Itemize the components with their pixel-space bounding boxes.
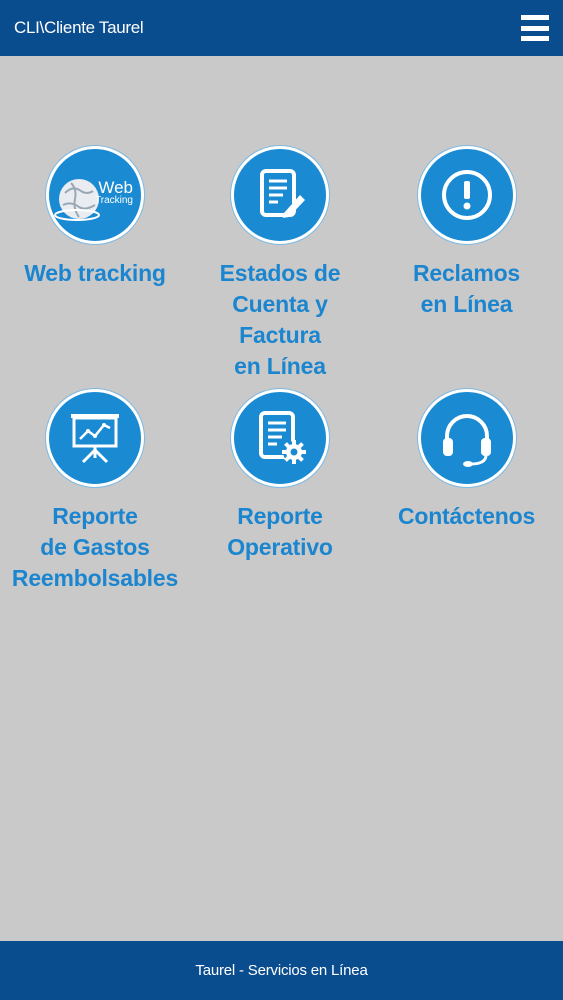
hamburger-menu-icon[interactable] [521, 15, 549, 41]
headset-icon [417, 389, 516, 487]
reporte-operativo-label: Reporte Operativo [227, 503, 333, 560]
reporte-gastos-label: Reporte de Gastos Reembolsables [11, 503, 179, 591]
reclamos-tile[interactable]: Reclamos en Línea [370, 146, 563, 389]
app-header: CLI\Cliente Taurel [0, 0, 563, 56]
services-grid: Web Tracking Web tracking Estados de Cue… [0, 146, 563, 632]
web-tracking-icon-title: Web [98, 178, 133, 197]
estados-cuenta-label: Estados de Cuenta y Factura en Línea [219, 260, 341, 379]
web-tracking-icon-subtitle: Tracking [95, 195, 133, 206]
reclamos-label: Reclamos en Línea [412, 260, 521, 317]
document-settings-icon [231, 389, 329, 487]
web-tracking-tile[interactable]: Web Tracking Web tracking [0, 146, 190, 389]
web-tracking-label: Web tracking [24, 260, 166, 286]
app-title: CLI\Cliente Taurel [14, 18, 144, 37]
presentation-chart-icon [46, 389, 144, 487]
estados-cuenta-tile[interactable]: Estados de Cuenta y Factura en Línea [190, 146, 370, 389]
contactenos-tile[interactable]: Contáctenos [370, 389, 563, 632]
footer-text: Taurel - Servicios en Línea [195, 962, 368, 979]
document-edit-icon [231, 146, 329, 244]
web-tracking-globe-icon: Web Tracking [46, 146, 144, 244]
reporte-operativo-tile[interactable]: Reporte Operativo [190, 389, 370, 632]
reporte-gastos-tile[interactable]: Reporte de Gastos Reembolsables [0, 389, 190, 632]
app-footer: Taurel - Servicios en Línea [0, 941, 563, 1000]
contactenos-label: Contáctenos [397, 503, 536, 529]
exclamation-icon [417, 146, 516, 244]
